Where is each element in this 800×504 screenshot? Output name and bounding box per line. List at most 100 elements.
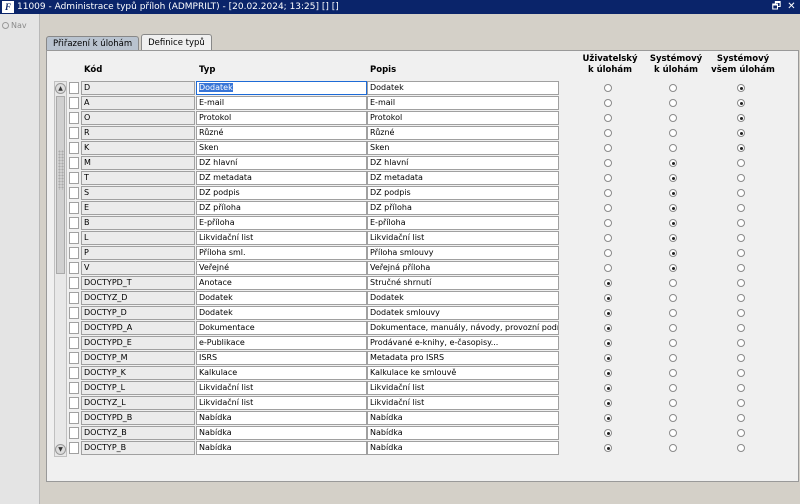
cell-kod[interactable]: DOCTYPD_T — [81, 276, 195, 290]
radio-systemovy[interactable] — [669, 204, 677, 212]
cell-kod[interactable]: DOCTYP_D — [81, 306, 195, 320]
radio-systemovy[interactable] — [669, 294, 677, 302]
cell-popis[interactable]: Příloha smlouvy — [367, 246, 559, 260]
radio-systemovy[interactable] — [669, 249, 677, 257]
radio-systemovy-vsem[interactable] — [737, 384, 745, 392]
cell-kod[interactable]: K — [81, 141, 195, 155]
row-selector[interactable] — [69, 442, 79, 454]
row-selector[interactable] — [69, 247, 79, 259]
radio-systemovy[interactable] — [669, 399, 677, 407]
cell-typ[interactable]: DZ metadata — [196, 171, 367, 185]
cell-popis[interactable]: Likvidační list — [367, 231, 559, 245]
row-selector[interactable] — [69, 382, 79, 394]
radio-systemovy[interactable] — [669, 234, 677, 242]
cell-popis[interactable]: Dodatek — [367, 291, 559, 305]
vertical-scrollbar[interactable]: ▲ ▼ — [54, 81, 67, 457]
radio-systemovy-vsem[interactable] — [737, 444, 745, 452]
radio-uzivatelsky[interactable] — [604, 444, 612, 452]
radio-systemovy[interactable] — [669, 99, 677, 107]
cell-kod[interactable]: DOCTYPD_B — [81, 411, 195, 425]
cell-typ[interactable]: Nabídka — [196, 426, 367, 440]
cell-popis[interactable]: E-mail — [367, 96, 559, 110]
radio-systemovy-vsem[interactable] — [737, 309, 745, 317]
table-row[interactable]: DOCTYPD_T Anotace Stručné shrnutí — [69, 276, 789, 291]
row-selector[interactable] — [69, 202, 79, 214]
row-selector[interactable] — [69, 157, 79, 169]
restore-icon[interactable]: 🗗 — [770, 1, 783, 13]
radio-uzivatelsky[interactable] — [604, 354, 612, 362]
table-row[interactable]: B E-příloha E-příloha — [69, 216, 789, 231]
row-selector[interactable] — [69, 112, 79, 124]
radio-uzivatelsky[interactable] — [604, 159, 612, 167]
radio-uzivatelsky[interactable] — [604, 234, 612, 242]
table-row[interactable]: DOCTYP_B Nabídka Nabídka — [69, 441, 789, 456]
cell-kod[interactable]: DOCTYP_L — [81, 381, 195, 395]
row-selector[interactable] — [69, 412, 79, 424]
row-selector[interactable] — [69, 322, 79, 334]
radio-uzivatelsky[interactable] — [604, 414, 612, 422]
row-selector[interactable] — [69, 367, 79, 379]
table-row[interactable]: DOCTYZ_B Nabídka Nabídka — [69, 426, 789, 441]
radio-systemovy[interactable] — [669, 339, 677, 347]
radio-systemovy[interactable] — [669, 189, 677, 197]
cell-kod[interactable]: S — [81, 186, 195, 200]
radio-systemovy-vsem[interactable] — [737, 429, 745, 437]
radio-uzivatelsky[interactable] — [604, 144, 612, 152]
cell-typ[interactable]: Anotace — [196, 276, 367, 290]
table-row[interactable]: DOCTYPD_B Nabídka Nabídka — [69, 411, 789, 426]
radio-systemovy-vsem[interactable] — [737, 84, 745, 92]
table-row[interactable]: M DZ hlavní DZ hlavní — [69, 156, 789, 171]
cell-typ[interactable]: Likvidační list — [196, 381, 367, 395]
table-row[interactable]: O Protokol Protokol — [69, 111, 789, 126]
cell-kod[interactable]: L — [81, 231, 195, 245]
radio-systemovy-vsem[interactable] — [737, 219, 745, 227]
cell-kod[interactable]: B — [81, 216, 195, 230]
radio-uzivatelsky[interactable] — [604, 399, 612, 407]
radio-systemovy[interactable] — [669, 144, 677, 152]
radio-systemovy[interactable] — [669, 279, 677, 287]
table-row[interactable]: E DZ příloha DZ příloha — [69, 201, 789, 216]
row-selector[interactable] — [69, 292, 79, 304]
radio-systemovy[interactable] — [669, 369, 677, 377]
table-row[interactable]: DOCTYP_K Kalkulace Kalkulace ke smlouvě — [69, 366, 789, 381]
cell-typ[interactable]: Kalkulace — [196, 366, 367, 380]
cell-typ[interactable]: Sken — [196, 141, 367, 155]
row-selector[interactable] — [69, 217, 79, 229]
table-row[interactable]: DOCTYP_M ISRS Metadata pro ISRS — [69, 351, 789, 366]
table-row[interactable]: DOCTYPD_A Dokumentace Dokumentace, manuály… — [69, 321, 789, 336]
cell-popis[interactable]: Dodatek smlouvy — [367, 306, 559, 320]
table-row[interactable]: DOCTYP_D Dodatek Dodatek smlouvy — [69, 306, 789, 321]
row-selector[interactable] — [69, 97, 79, 109]
radio-uzivatelsky[interactable] — [604, 339, 612, 347]
cell-typ[interactable]: Různé — [196, 126, 367, 140]
cell-typ[interactable]: Dodatek — [196, 306, 367, 320]
cell-typ[interactable]: Nabídka — [196, 411, 367, 425]
radio-uzivatelsky[interactable] — [604, 324, 612, 332]
cell-kod[interactable]: D — [81, 81, 195, 95]
cell-kod[interactable]: E — [81, 201, 195, 215]
radio-systemovy-vsem[interactable] — [737, 204, 745, 212]
cell-popis[interactable]: Stručné shrnutí — [367, 276, 559, 290]
radio-systemovy[interactable] — [669, 129, 677, 137]
cell-popis[interactable]: Nabídka — [367, 411, 559, 425]
radio-uzivatelsky[interactable] — [604, 249, 612, 257]
cell-popis[interactable]: Sken — [367, 141, 559, 155]
table-row[interactable]: A E-mail E-mail — [69, 96, 789, 111]
table-row[interactable]: V Veřejné Veřejná příloha — [69, 261, 789, 276]
cell-typ[interactable]: Nabídka — [196, 441, 367, 455]
table-row[interactable]: R Různé Různé — [69, 126, 789, 141]
radio-systemovy[interactable] — [669, 114, 677, 122]
cell-popis[interactable]: Protokol — [367, 111, 559, 125]
cell-popis[interactable]: Nabídka — [367, 441, 559, 455]
radio-systemovy[interactable] — [669, 174, 677, 182]
radio-systemovy[interactable] — [669, 264, 677, 272]
radio-systemovy[interactable] — [669, 384, 677, 392]
cell-typ[interactable]: e-Publikace — [196, 336, 367, 350]
radio-uzivatelsky[interactable] — [604, 279, 612, 287]
cell-typ[interactable]: Likvidační list — [196, 396, 367, 410]
cell-typ[interactable]: Dokumentace — [196, 321, 367, 335]
cell-typ[interactable]: E-mail — [196, 96, 367, 110]
cell-typ[interactable]: Protokol — [196, 111, 367, 125]
radio-systemovy-vsem[interactable] — [737, 189, 745, 197]
cell-kod[interactable]: V — [81, 261, 195, 275]
